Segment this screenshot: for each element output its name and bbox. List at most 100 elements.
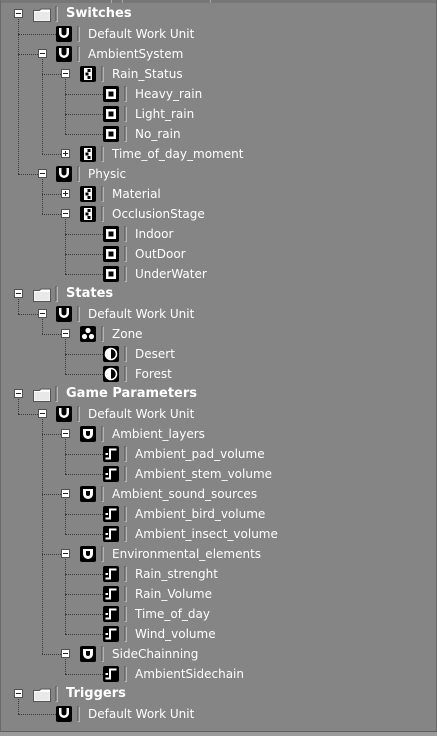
tree-folder-row[interactable]: States [0, 284, 437, 304]
collapse-toggle[interactable] [61, 649, 70, 658]
work-unit-icon [56, 406, 72, 422]
game-parameter-icon [103, 446, 119, 462]
separator [101, 146, 104, 162]
tree-label: Indoor [135, 227, 174, 241]
tree-item-row[interactable]: Ambient_bird_volume [0, 504, 437, 524]
collapse-toggle[interactable] [14, 9, 23, 18]
separator [124, 666, 127, 682]
separator [77, 406, 80, 422]
tree-item-row[interactable]: OutDoor [0, 244, 437, 264]
tree-item-row[interactable]: Ambient_pad_volume [0, 444, 437, 464]
tree-item-row[interactable]: Zone [0, 324, 437, 344]
work-unit-icon [56, 46, 72, 62]
separator [55, 386, 58, 402]
collapse-toggle[interactable] [14, 389, 23, 398]
separator [124, 606, 127, 622]
collapse-toggle[interactable] [38, 49, 47, 58]
tree-item-row[interactable]: Ambient_layers [0, 424, 437, 444]
collapse-toggle[interactable] [38, 309, 47, 318]
tree-item-row[interactable]: AmbientSidechain [0, 664, 437, 684]
collapse-toggle[interactable] [61, 549, 70, 558]
tree-label: Ambient_sound_sources [112, 487, 258, 501]
separator [101, 646, 104, 662]
tree-label: Time_of_day [135, 607, 211, 621]
state-icon [103, 346, 119, 362]
tree-item-row[interactable]: Ambient_stem_volume [0, 464, 437, 484]
separator [124, 126, 127, 142]
expand-toggle[interactable] [61, 149, 70, 158]
separator [124, 266, 127, 282]
tree-item-row[interactable]: Physic [0, 164, 437, 184]
separator [55, 6, 58, 22]
tree-item-row[interactable]: AmbientSystem [0, 44, 437, 64]
tree-label: Heavy_rain [135, 87, 203, 101]
tree-item-row[interactable]: OcclusionStage [0, 204, 437, 224]
tree-item-row[interactable]: Material [0, 184, 437, 204]
tree-item-row[interactable]: No_rain [0, 124, 437, 144]
switch-icon [103, 106, 119, 122]
collapse-toggle[interactable] [14, 689, 23, 698]
collapse-toggle[interactable] [38, 169, 47, 178]
collapse-toggle[interactable] [14, 289, 23, 298]
separator [124, 466, 127, 482]
collapse-toggle[interactable] [61, 209, 70, 218]
tree-label: States [66, 286, 114, 301]
tree-item-row[interactable]: Default Work Unit [0, 304, 437, 324]
tree-item-row[interactable]: Rain_Volume [0, 584, 437, 604]
tree-item-row[interactable]: Rain_strenght [0, 564, 437, 584]
folder-icon [33, 287, 51, 302]
tree-item-row[interactable]: Forest [0, 364, 437, 384]
tree-item-row[interactable]: Desert [0, 344, 437, 364]
tree-item-row[interactable]: Time_of_day_moment [0, 144, 437, 164]
work-unit-icon [56, 26, 72, 42]
tree-item-row[interactable]: UnderWater [0, 264, 437, 284]
tree-label: Environmental_elements [112, 547, 262, 561]
game-parameter-icon [103, 506, 119, 522]
separator [101, 326, 104, 342]
tree-item-row[interactable]: Ambient_sound_sources [0, 484, 437, 504]
virtual-folder-icon [80, 486, 96, 502]
tree-label: AmbientSystem [88, 47, 184, 61]
collapse-toggle[interactable] [61, 429, 70, 438]
tree-label: Material [112, 187, 161, 201]
tree-item-row[interactable]: Ambient_insect_volume [0, 524, 437, 544]
tree-label: Desert [135, 347, 175, 361]
collapse-toggle[interactable] [61, 489, 70, 498]
virtual-folder-icon [80, 546, 96, 562]
tree-item-row[interactable]: Wind_volume [0, 624, 437, 644]
tree-item-row[interactable]: Heavy_rain [0, 84, 437, 104]
tree-item-row[interactable]: Light_rain [0, 104, 437, 124]
tree-label: Physic [88, 167, 127, 181]
separator [77, 26, 80, 42]
expand-toggle[interactable] [61, 189, 70, 198]
virtual-folder-icon [80, 426, 96, 442]
tree-item-row[interactable]: Default Work Unit [0, 24, 437, 44]
separator [124, 366, 127, 382]
tree-folder-row[interactable]: Switches [0, 4, 437, 24]
tree-item-row[interactable]: Time_of_day [0, 604, 437, 624]
tree-item-row[interactable]: Rain_Status [0, 64, 437, 84]
tree-item-row[interactable]: SideChainning [0, 644, 437, 664]
tree-label: Rain_Status [112, 67, 183, 81]
tree-label: Zone [112, 327, 143, 341]
tree-item-row[interactable]: Environmental_elements [0, 544, 437, 564]
collapse-toggle[interactable] [38, 409, 47, 418]
switch-group-icon [80, 146, 96, 162]
virtual-folder-icon [80, 646, 96, 662]
tree-folder-row[interactable]: Triggers [0, 684, 437, 704]
collapse-toggle[interactable] [61, 69, 70, 78]
tree-label: Default Work Unit [88, 27, 195, 41]
tree-item-row[interactable]: Default Work Unit [0, 404, 437, 424]
switch-group-icon [80, 186, 96, 202]
tree-item-row[interactable]: Default Work Unit [0, 704, 437, 724]
tree-label: Triggers [66, 686, 126, 701]
tree-item-row[interactable]: Indoor [0, 224, 437, 244]
separator [124, 566, 127, 582]
folder-icon [33, 387, 51, 402]
tree-folder-row[interactable]: Game Parameters [0, 384, 437, 404]
collapse-toggle[interactable] [61, 329, 70, 338]
tree-label: AmbientSidechain [135, 667, 244, 681]
game-parameter-icon [103, 606, 119, 622]
switch-icon [103, 266, 119, 282]
separator [77, 166, 80, 182]
